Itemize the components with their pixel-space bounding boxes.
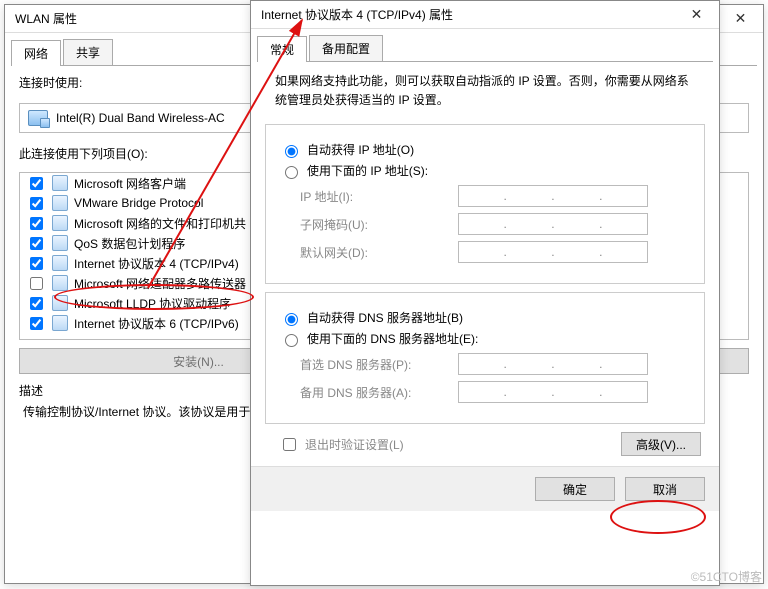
- ipv4-close-button[interactable]: ✕: [674, 1, 719, 29]
- radio-manual-dns-label: 使用下面的 DNS 服务器地址(E):: [307, 330, 478, 347]
- component-icon: [52, 255, 68, 271]
- alternate-dns-input[interactable]: ...: [458, 381, 648, 403]
- item-checkbox[interactable]: [30, 217, 43, 230]
- advanced-button[interactable]: 高级(V)...: [621, 432, 701, 456]
- wlan-title: WLAN 属性: [15, 10, 77, 27]
- tab-share[interactable]: 共享: [63, 39, 113, 65]
- item-label: Microsoft 网络的文件和打印机共: [74, 215, 246, 232]
- ipv4-intro-text: 如果网络支持此功能，则可以获取自动指派的 IP 设置。否则，你需要从网络系统管理…: [251, 62, 719, 116]
- network-adapter-icon: [28, 110, 48, 126]
- ipv4-titlebar: Internet 协议版本 4 (TCP/IPv4) 属性 ✕: [251, 1, 719, 29]
- validate-on-exit-label: 退出时验证设置(L): [305, 436, 404, 453]
- radio-auto-ip-label: 自动获得 IP 地址(O): [307, 141, 414, 158]
- ip-address-input[interactable]: ...: [458, 185, 648, 207]
- item-checkbox[interactable]: [30, 237, 43, 250]
- tab-alternate[interactable]: 备用配置: [309, 35, 383, 61]
- validate-on-exit-checkbox[interactable]: [283, 438, 296, 451]
- tab-general[interactable]: 常规: [257, 36, 307, 62]
- item-checkbox[interactable]: [30, 277, 43, 290]
- ipv4-properties-dialog: Internet 协议版本 4 (TCP/IPv4) 属性 ✕ 常规 备用配置 …: [250, 0, 720, 586]
- item-label: Microsoft 网络客户端: [74, 175, 186, 192]
- item-label: Internet 协议版本 6 (TCP/IPv6): [74, 315, 239, 332]
- tab-network[interactable]: 网络: [11, 40, 61, 66]
- component-icon: [52, 215, 68, 231]
- item-label: Internet 协议版本 4 (TCP/IPv4): [74, 255, 239, 272]
- radio-auto-dns-label: 自动获得 DNS 服务器地址(B): [307, 309, 463, 326]
- item-label: QoS 数据包计划程序: [74, 235, 185, 252]
- ip-address-label: IP 地址(I):: [300, 188, 450, 205]
- radio-manual-dns[interactable]: [285, 334, 298, 347]
- radio-manual-ip-label: 使用下面的 IP 地址(S):: [307, 162, 428, 179]
- item-label: VMware Bridge Protocol: [74, 196, 203, 210]
- item-label: Microsoft 网络适配器多路传送器: [74, 275, 246, 292]
- alternate-dns-label: 备用 DNS 服务器(A):: [300, 384, 450, 401]
- cancel-button[interactable]: 取消: [625, 477, 705, 501]
- item-checkbox[interactable]: [30, 257, 43, 270]
- subnet-mask-input[interactable]: ...: [458, 213, 648, 235]
- subnet-mask-label: 子网掩码(U):: [300, 216, 450, 233]
- ipv4-title: Internet 协议版本 4 (TCP/IPv4) 属性: [261, 6, 453, 23]
- component-icon: [52, 235, 68, 251]
- item-checkbox[interactable]: [30, 297, 43, 310]
- default-gateway-label: 默认网关(D):: [300, 244, 450, 261]
- component-icon: [52, 275, 68, 291]
- watermark: ©51CTO博客: [691, 568, 762, 585]
- ip-settings-group: 自动获得 IP 地址(O) 使用下面的 IP 地址(S): IP 地址(I): …: [265, 124, 705, 284]
- component-icon: [52, 315, 68, 331]
- preferred-dns-label: 首选 DNS 服务器(P):: [300, 356, 450, 373]
- preferred-dns-input[interactable]: ...: [458, 353, 648, 375]
- component-icon: [52, 175, 68, 191]
- item-checkbox[interactable]: [30, 177, 43, 190]
- item-checkbox[interactable]: [30, 317, 43, 330]
- item-checkbox[interactable]: [30, 197, 43, 210]
- radio-auto-dns[interactable]: [285, 313, 298, 326]
- adapter-name: Intel(R) Dual Band Wireless-AC: [56, 111, 225, 125]
- ok-button[interactable]: 确定: [535, 477, 615, 501]
- radio-auto-ip[interactable]: [285, 145, 298, 158]
- dns-settings-group: 自动获得 DNS 服务器地址(B) 使用下面的 DNS 服务器地址(E): 首选…: [265, 292, 705, 424]
- wlan-close-button[interactable]: ✕: [718, 5, 763, 33]
- component-icon: [52, 195, 68, 211]
- component-icon: [52, 295, 68, 311]
- default-gateway-input[interactable]: ...: [458, 241, 648, 263]
- item-label: Microsoft LLDP 协议驱动程序: [74, 295, 231, 312]
- radio-manual-ip[interactable]: [285, 166, 298, 179]
- dialog-footer: 确定 取消: [251, 466, 719, 511]
